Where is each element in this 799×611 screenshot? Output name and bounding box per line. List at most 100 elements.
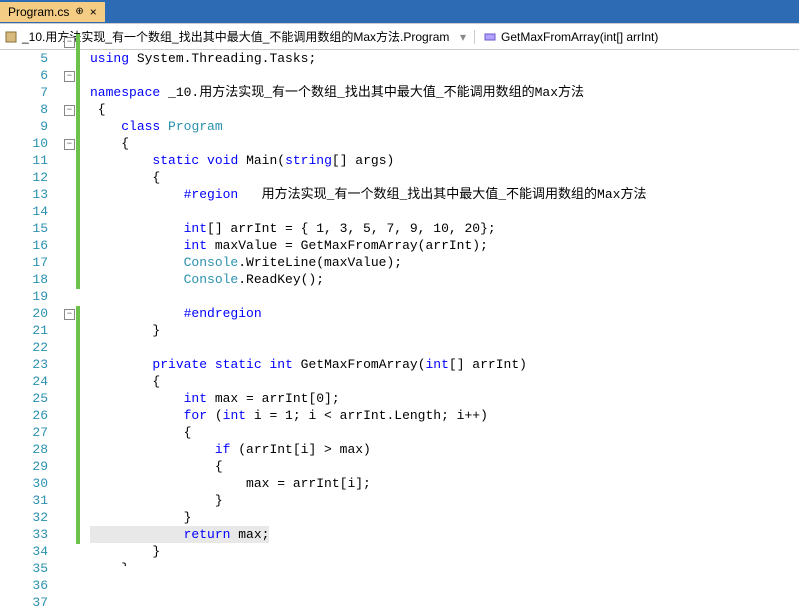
- change-indicator: [76, 442, 80, 459]
- code-line[interactable]: {: [90, 101, 799, 118]
- change-indicator: [76, 238, 80, 255]
- line-number: 10: [0, 135, 48, 152]
- line-number: 22: [0, 339, 48, 356]
- fold-toggle[interactable]: −: [64, 139, 75, 150]
- class-icon: [4, 30, 18, 44]
- line-number: 35: [0, 560, 48, 577]
- code-line[interactable]: [90, 67, 799, 84]
- dropdown-arrow-icon[interactable]: ▾: [460, 30, 466, 44]
- code-line[interactable]: int[] arrInt = { 1, 3, 5, 7, 9, 10, 20};: [90, 220, 799, 237]
- change-indicator: [76, 34, 80, 51]
- code-line[interactable]: return max;: [90, 526, 799, 543]
- change-indicator: [76, 306, 80, 323]
- line-number: 9: [0, 118, 48, 135]
- fold-toggle[interactable]: −: [64, 309, 75, 320]
- change-indicator: [76, 340, 80, 357]
- code-line[interactable]: class Program: [90, 118, 799, 135]
- change-indicator: [76, 425, 80, 442]
- line-number: 24: [0, 373, 48, 390]
- fold-toggle[interactable]: −: [64, 71, 75, 82]
- close-icon[interactable]: ×: [90, 5, 97, 19]
- code-line[interactable]: {: [90, 169, 799, 186]
- tab-title: Program.cs: [8, 5, 69, 19]
- code-line[interactable]: using System.Threading.Tasks;: [90, 50, 799, 67]
- code-area[interactable]: using System.Threading.Tasks; namespace _…: [60, 50, 799, 566]
- code-line[interactable]: max = arrInt[i];: [90, 475, 799, 492]
- line-number: 34: [0, 543, 48, 560]
- line-number: 12: [0, 169, 48, 186]
- fold-toggle[interactable]: −: [64, 37, 75, 48]
- change-indicator: [76, 102, 80, 119]
- change-indicator: [76, 391, 80, 408]
- change-indicator: [76, 493, 80, 510]
- change-indicator: [76, 357, 80, 374]
- method-dropdown[interactable]: GetMaxFromArray(int[] arrInt): [474, 30, 658, 44]
- line-number: 8: [0, 101, 48, 118]
- method-icon: [483, 30, 497, 44]
- code-line[interactable]: #endregion: [90, 305, 799, 322]
- change-indicator: [76, 408, 80, 425]
- code-line[interactable]: static void Main(string[] args): [90, 152, 799, 169]
- change-indicator: [76, 153, 80, 170]
- code-line[interactable]: [90, 288, 799, 305]
- line-number: 21: [0, 322, 48, 339]
- code-line[interactable]: for (int i = 1; i < arrInt.Length; i++): [90, 407, 799, 424]
- code-line[interactable]: }: [90, 509, 799, 526]
- line-number: 18: [0, 271, 48, 288]
- line-number: 37: [0, 594, 48, 611]
- line-number: 30: [0, 475, 48, 492]
- change-indicator: [76, 272, 80, 289]
- code-line[interactable]: [90, 339, 799, 356]
- code-line[interactable]: }: [90, 560, 799, 566]
- code-line[interactable]: int max = arrInt[0];: [90, 390, 799, 407]
- scope-label: _10.用方法实现_有一个数组_找出其中最大值_不能调用数组的Max方法.Pro…: [22, 28, 449, 45]
- line-number: 11: [0, 152, 48, 169]
- change-indicator: [76, 187, 80, 204]
- code-line[interactable]: Console.WriteLine(maxValue);: [90, 254, 799, 271]
- change-indicator: [76, 510, 80, 527]
- line-number: 33: [0, 526, 48, 543]
- code-line[interactable]: [90, 203, 799, 220]
- line-number: 36: [0, 577, 48, 594]
- line-number: 13: [0, 186, 48, 203]
- editor: 5678910111213141516171819202122232425262…: [0, 50, 799, 566]
- line-number: 25: [0, 390, 48, 407]
- line-number: 29: [0, 458, 48, 475]
- code-line[interactable]: }: [90, 492, 799, 509]
- change-indicator: [76, 170, 80, 187]
- code-line[interactable]: if (arrInt[i] > max): [90, 441, 799, 458]
- change-indicator: [76, 459, 80, 476]
- code-line[interactable]: private static int GetMaxFromArray(int[]…: [90, 356, 799, 373]
- code-line[interactable]: }: [90, 322, 799, 339]
- code-line[interactable]: }: [90, 543, 799, 560]
- line-number: 20: [0, 305, 48, 322]
- change-indicator: [76, 136, 80, 153]
- line-number: 16: [0, 237, 48, 254]
- line-number: 31: [0, 492, 48, 509]
- line-number: 14: [0, 203, 48, 220]
- line-number: 5: [0, 50, 48, 67]
- code-line[interactable]: #region 用方法实现_有一个数组_找出其中最大值_不能调用数组的Max方法: [90, 186, 799, 203]
- navigation-bar: _10.用方法实现_有一个数组_找出其中最大值_不能调用数组的Max方法.Pro…: [0, 24, 799, 50]
- line-number: 19: [0, 288, 48, 305]
- file-tab[interactable]: Program.cs ⊕ ×: [0, 2, 105, 22]
- change-indicator: [76, 374, 80, 391]
- line-number: 7: [0, 84, 48, 101]
- change-indicator: [76, 323, 80, 340]
- pin-icon[interactable]: ⊕: [75, 6, 83, 17]
- line-number: 17: [0, 254, 48, 271]
- fold-toggle[interactable]: −: [64, 105, 75, 116]
- code-line[interactable]: {: [90, 373, 799, 390]
- method-label: GetMaxFromArray(int[] arrInt): [501, 30, 658, 44]
- change-indicator: [76, 51, 80, 68]
- change-indicator: [76, 255, 80, 272]
- code-line[interactable]: int maxValue = GetMaxFromArray(arrInt);: [90, 237, 799, 254]
- code-line[interactable]: {: [90, 424, 799, 441]
- line-number: 28: [0, 441, 48, 458]
- tab-bar: Program.cs ⊕ ×: [0, 0, 799, 24]
- change-indicator: [76, 527, 80, 544]
- code-line[interactable]: namespace _10.用方法实现_有一个数组_找出其中最大值_不能调用数组…: [90, 84, 799, 101]
- code-line[interactable]: {: [90, 135, 799, 152]
- code-line[interactable]: {: [90, 458, 799, 475]
- code-line[interactable]: Console.ReadKey();: [90, 271, 799, 288]
